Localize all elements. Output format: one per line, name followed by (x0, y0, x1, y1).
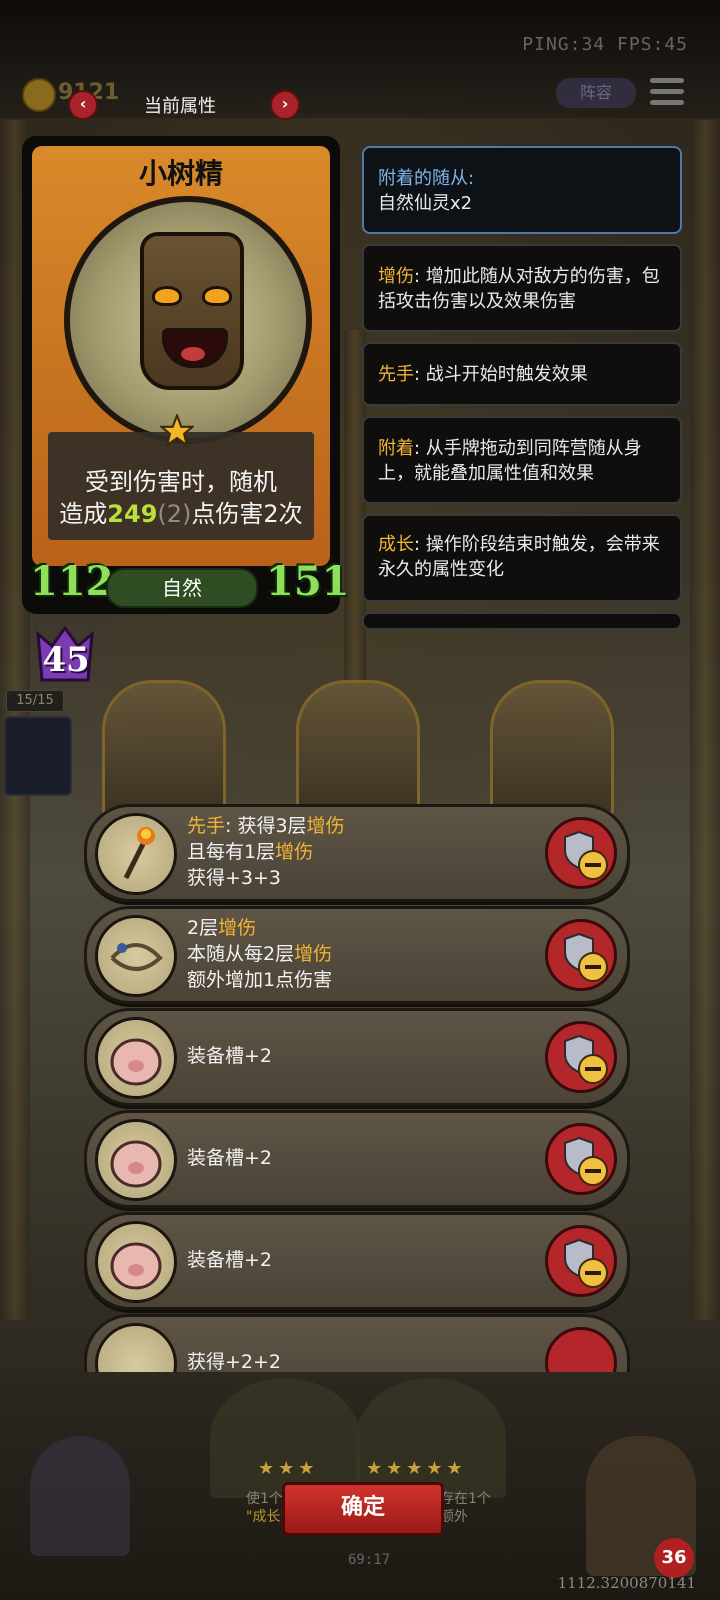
build-number: 1112.3200870141 (557, 1574, 696, 1592)
shop-slot-right[interactable] (356, 1378, 506, 1498)
item-effect-text: 先手: 获得3层增伤 且每有1层增伤 获得+3+3 (187, 815, 345, 889)
item-list: 先手: 获得3层增伤 且每有1层增伤 获得+3+3 2层增伤 本随从每2层增伤 … (0, 0, 720, 1372)
list-item[interactable]: 先手: 获得3层增伤 且每有1层增伤 获得+3+3 (84, 804, 630, 902)
remove-item-button[interactable] (545, 1225, 617, 1297)
item-effect-text: 装备槽+2 (187, 1045, 273, 1067)
stars-row-left: ★★★ (258, 1458, 319, 1479)
remove-item-button[interactable] (545, 1327, 617, 1372)
hint-right: 存在1个 额外 (440, 1491, 491, 1525)
shop-slot-left[interactable] (210, 1378, 360, 1498)
pig-icon (95, 1221, 177, 1303)
minus-icon (578, 1258, 608, 1288)
pig-icon (95, 1119, 177, 1201)
hint-left: 使1个 "成长" (246, 1491, 287, 1525)
list-item[interactable]: 装备槽+2 (84, 1008, 630, 1106)
bottom-left-portrait (30, 1436, 130, 1556)
remove-item-button[interactable] (545, 919, 617, 991)
pig-icon (95, 1017, 177, 1099)
item-effect-text: 2层增伤 本随从每2层增伤 额外增加1点伤害 (187, 917, 333, 991)
crown-icon (95, 1323, 177, 1372)
item-effect-text: 装备槽+2 (187, 1147, 273, 1169)
remove-item-button[interactable] (545, 817, 617, 889)
minus-icon (578, 952, 608, 982)
list-item[interactable]: 装备槽+2 (84, 1110, 630, 1208)
item-effect-text: 装备槽+2 (187, 1249, 273, 1271)
list-item[interactable]: 获得+2+2 (84, 1314, 630, 1372)
item-effect-text: 获得+2+2 (187, 1351, 282, 1372)
torch-icon (95, 813, 177, 895)
round-timer: 69:17 (348, 1552, 391, 1568)
list-item[interactable]: 装备槽+2 (84, 1212, 630, 1310)
count-badge: 36 (654, 1538, 694, 1578)
rope-icon (95, 915, 177, 997)
confirm-button[interactable]: 确定 (282, 1482, 444, 1536)
stars-row-right: ★★★★★ (366, 1458, 467, 1479)
minus-icon (578, 1156, 608, 1186)
remove-item-button[interactable] (545, 1021, 617, 1093)
list-item[interactable]: 2层增伤 本随从每2层增伤 额外增加1点伤害 (84, 906, 630, 1004)
minus-icon (578, 1054, 608, 1084)
remove-item-button[interactable] (545, 1123, 617, 1195)
minus-icon (578, 850, 608, 880)
